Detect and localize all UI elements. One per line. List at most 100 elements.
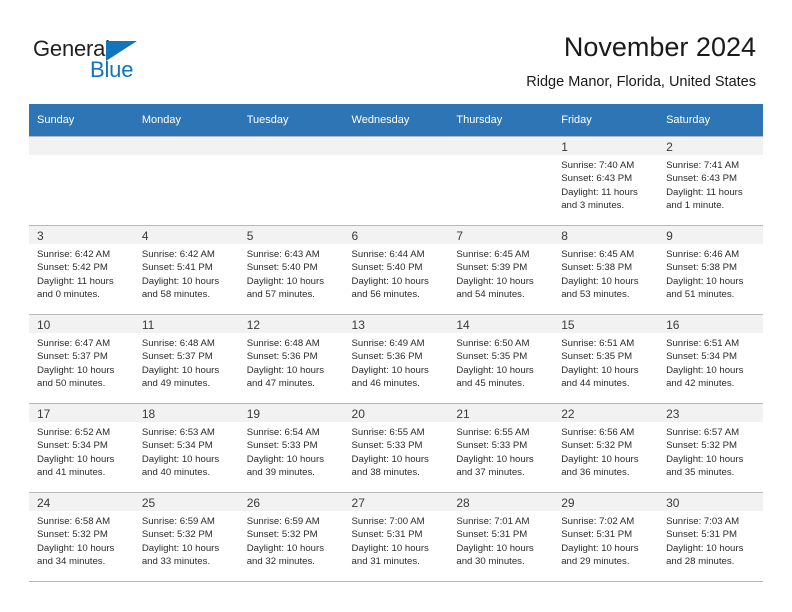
sunrise-time: Sunrise: 6:59 AM — [246, 516, 320, 527]
calendar-day-cell[interactable]: 6 Sunrise: 6:44 AM Sunset: 5:40 PM Daylight… — [343, 225, 449, 315]
general-blue-logo[interactable]: General Blue — [33, 36, 163, 82]
calendar-day-cell[interactable]: 10 Sunrise: 6:47 AM Sunset: 5:37 PM Dayligh… — [29, 314, 134, 404]
sunset-time: Sunset: 5:38 PM — [561, 262, 633, 274]
sunrise-time: Sunrise: 7:40 AM — [561, 160, 635, 171]
day-details: Sunrise: 6:58 AM Sunset: 5:32 PM Daylight:… — [29, 511, 134, 569]
day-details: Sunrise: 7:00 AM Sunset: 5:31 PM Daylight:… — [344, 511, 449, 569]
calendar-day-cell[interactable]: 9 Sunrise: 6:46 AM Sunset: 5:38 PM Daylight… — [658, 225, 763, 315]
day-details: Sunrise: 6:57 AM Sunset: 5:32 PM Daylight:… — [658, 422, 763, 480]
calendar-body: 1 Sunrise: 7:40 AM Sunset: 6:43 PM Daylight… — [29, 136, 763, 582]
day-number: 15 — [553, 315, 659, 333]
calendar-day-cell[interactable]: 8 Sunrise: 6:45 AM Sunset: 5:38 PM Daylight… — [553, 225, 659, 315]
day-number: 23 — [658, 404, 763, 422]
daylight-duration-line2: and 53 minutes. — [561, 289, 630, 301]
day-details: Sunrise: 7:02 AM Sunset: 5:31 PM Daylight:… — [553, 511, 658, 569]
calendar-day-cell[interactable]: 28 Sunrise: 7:01 AM Sunset: 5:31 PM Dayligh… — [448, 492, 554, 582]
day-details: Sunrise: 6:56 AM Sunset: 5:32 PM Daylight:… — [553, 422, 658, 480]
daylight-duration-line2: and 57 minutes. — [246, 289, 315, 301]
calendar-day-cell[interactable]: 13 Sunrise: 6:49 AM Sunset: 5:36 PM Dayligh… — [343, 314, 449, 404]
calendar-day-cell[interactable]: 24 Sunrise: 6:58 AM Sunset: 5:32 PM Dayligh… — [29, 492, 134, 582]
sunset-time: Sunset: 5:41 PM — [141, 262, 213, 274]
sunset-time: Sunset: 5:38 PM — [666, 262, 737, 274]
sunrise-sunset-calendar: Sunday Monday Tuesday Wednesday Thursday… — [29, 104, 763, 582]
calendar-day-cell[interactable]: 17 Sunrise: 6:52 AM Sunset: 5:34 PM Dayligh… — [29, 403, 134, 493]
sunset-time: Sunset: 5:32 PM — [246, 529, 318, 541]
calendar-header-row: Sunday Monday Tuesday Wednesday Thursday… — [29, 104, 763, 137]
calendar-day-cell[interactable]: 23 Sunrise: 6:57 AM Sunset: 5:32 PM Dayligh… — [658, 403, 763, 493]
calendar-day-cell[interactable]: 11 Sunrise: 6:48 AM Sunset: 5:37 PM Dayligh… — [133, 314, 239, 404]
calendar-day-cell[interactable]: 5 Sunrise: 6:43 AM Sunset: 5:40 PM Daylight… — [238, 225, 344, 315]
day-details: Sunrise: 6:54 AM Sunset: 5:33 PM Daylight:… — [239, 422, 344, 480]
day-number: 18 — [133, 404, 239, 422]
calendar-day-cell-empty — [133, 136, 239, 226]
calendar-day-cell[interactable]: 22 Sunrise: 6:56 AM Sunset: 5:32 PM Dayligh… — [553, 403, 659, 493]
calendar-week-row: 3 Sunrise: 6:42 AM Sunset: 5:42 PM Daylight… — [29, 225, 763, 315]
sunrise-time: Sunrise: 6:48 AM — [246, 338, 320, 349]
sunset-time: Sunset: 5:32 PM — [666, 440, 737, 452]
calendar-day-cell[interactable]: 7 Sunrise: 6:45 AM Sunset: 5:39 PM Daylight… — [448, 225, 554, 315]
day-details: Sunrise: 6:49 AM Sunset: 5:36 PM Daylight:… — [344, 333, 449, 391]
day-number: 11 — [133, 315, 239, 333]
calendar-day-cell[interactable]: 4 Sunrise: 6:42 AM Sunset: 5:41 PM Daylight… — [133, 225, 239, 315]
daylight-duration-line1: Daylight: 10 hours — [666, 364, 744, 376]
calendar-day-cell[interactable]: 16 Sunrise: 6:51 AM Sunset: 5:34 PM Dayligh… — [658, 314, 763, 404]
sunset-time: Sunset: 6:43 PM — [666, 173, 737, 185]
calendar-day-cell-empty — [238, 136, 344, 226]
day-number-band — [133, 137, 239, 155]
sunrise-time: Sunrise: 6:48 AM — [141, 338, 215, 349]
calendar-day-cell[interactable]: 3 Sunrise: 6:42 AM Sunset: 5:42 PM Daylight… — [29, 225, 134, 315]
day-number-band — [448, 137, 554, 155]
sunrise-time: Sunrise: 6:55 AM — [456, 427, 530, 438]
daylight-duration-line1: Daylight: 10 hours — [456, 542, 534, 554]
daylight-duration-line1: Daylight: 10 hours — [561, 364, 639, 376]
sunset-time: Sunset: 5:34 PM — [666, 351, 737, 363]
sunset-time: Sunset: 5:32 PM — [141, 529, 213, 541]
calendar-day-cell[interactable]: 15 Sunrise: 6:51 AM Sunset: 5:35 PM Dayligh… — [553, 314, 659, 404]
sunset-time: Sunset: 5:32 PM — [37, 529, 108, 541]
weekday-header-wednesday: Wednesday — [343, 104, 449, 137]
calendar-day-cell[interactable]: 2 Sunrise: 7:41 AM Sunset: 6:43 PM Daylight… — [658, 136, 763, 226]
day-details: Sunrise: 6:45 AM Sunset: 5:39 PM Daylight:… — [448, 244, 553, 302]
day-details: Sunrise: 6:42 AM Sunset: 5:41 PM Daylight:… — [134, 244, 239, 302]
calendar-day-cell[interactable]: 25 Sunrise: 6:59 AM Sunset: 5:32 PM Dayligh… — [133, 492, 239, 582]
sunrise-time: Sunrise: 6:50 AM — [456, 338, 530, 349]
sunrise-time: Sunrise: 7:02 AM — [561, 516, 635, 527]
calendar-day-cell[interactable]: 1 Sunrise: 7:40 AM Sunset: 6:43 PM Daylight… — [553, 136, 659, 226]
daylight-duration-line1: Daylight: 11 hours — [37, 275, 114, 287]
day-number: 5 — [238, 226, 344, 244]
sunset-time: Sunset: 5:31 PM — [456, 529, 528, 541]
day-details: Sunrise: 7:40 AM Sunset: 6:43 PM Daylight:… — [553, 155, 658, 213]
day-details: Sunrise: 6:59 AM Sunset: 5:32 PM Daylight:… — [239, 511, 344, 569]
daylight-duration-line2: and 47 minutes. — [246, 378, 315, 390]
daylight-duration-line1: Daylight: 10 hours — [141, 542, 220, 554]
page-header: General Blue November 2024 Ridge Manor, … — [0, 0, 792, 100]
daylight-duration-line1: Daylight: 10 hours — [246, 364, 325, 376]
calendar-day-cell[interactable]: 26 Sunrise: 6:59 AM Sunset: 5:32 PM Dayligh… — [238, 492, 344, 582]
day-number: 14 — [448, 315, 554, 333]
sunset-time: Sunset: 5:32 PM — [561, 440, 633, 452]
day-number: 3 — [29, 226, 134, 244]
sunrise-time: Sunrise: 6:49 AM — [351, 338, 425, 349]
sunrise-time: Sunrise: 7:00 AM — [351, 516, 425, 527]
calendar-day-cell[interactable]: 18 Sunrise: 6:53 AM Sunset: 5:34 PM Dayligh… — [133, 403, 239, 493]
day-details: Sunrise: 7:01 AM Sunset: 5:31 PM Daylight:… — [448, 511, 553, 569]
sunset-time: Sunset: 5:31 PM — [351, 529, 423, 541]
day-number: 27 — [343, 493, 449, 511]
day-number: 6 — [343, 226, 449, 244]
daylight-duration-line2: and 41 minutes. — [37, 467, 106, 479]
daylight-duration-line2: and 31 minutes. — [351, 556, 420, 568]
calendar-day-cell[interactable]: 21 Sunrise: 6:55 AM Sunset: 5:33 PM Dayligh… — [448, 403, 554, 493]
day-details: Sunrise: 6:48 AM Sunset: 5:37 PM Daylight:… — [134, 333, 239, 391]
calendar-day-cell[interactable]: 14 Sunrise: 6:50 AM Sunset: 5:35 PM Dayligh… — [448, 314, 554, 404]
daylight-duration-line2: and 49 minutes. — [141, 378, 211, 390]
sunrise-time: Sunrise: 6:52 AM — [37, 427, 111, 438]
calendar-day-cell[interactable]: 19 Sunrise: 6:54 AM Sunset: 5:33 PM Dayligh… — [238, 403, 344, 493]
title-block: November 2024 Ridge Manor, Florida, Unit… — [526, 30, 756, 92]
calendar-day-cell[interactable]: 30 Sunrise: 7:03 AM Sunset: 5:31 PM Dayligh… — [658, 492, 763, 582]
daylight-duration-line2: and 51 minutes. — [666, 289, 735, 301]
day-number-band — [343, 137, 449, 155]
calendar-day-cell[interactable]: 12 Sunrise: 6:48 AM Sunset: 5:36 PM Dayligh… — [238, 314, 344, 404]
calendar-day-cell[interactable]: 20 Sunrise: 6:55 AM Sunset: 5:33 PM Dayligh… — [343, 403, 449, 493]
calendar-day-cell[interactable]: 29 Sunrise: 7:02 AM Sunset: 5:31 PM Dayligh… — [553, 492, 659, 582]
calendar-day-cell[interactable]: 27 Sunrise: 7:00 AM Sunset: 5:31 PM Dayligh… — [343, 492, 449, 582]
